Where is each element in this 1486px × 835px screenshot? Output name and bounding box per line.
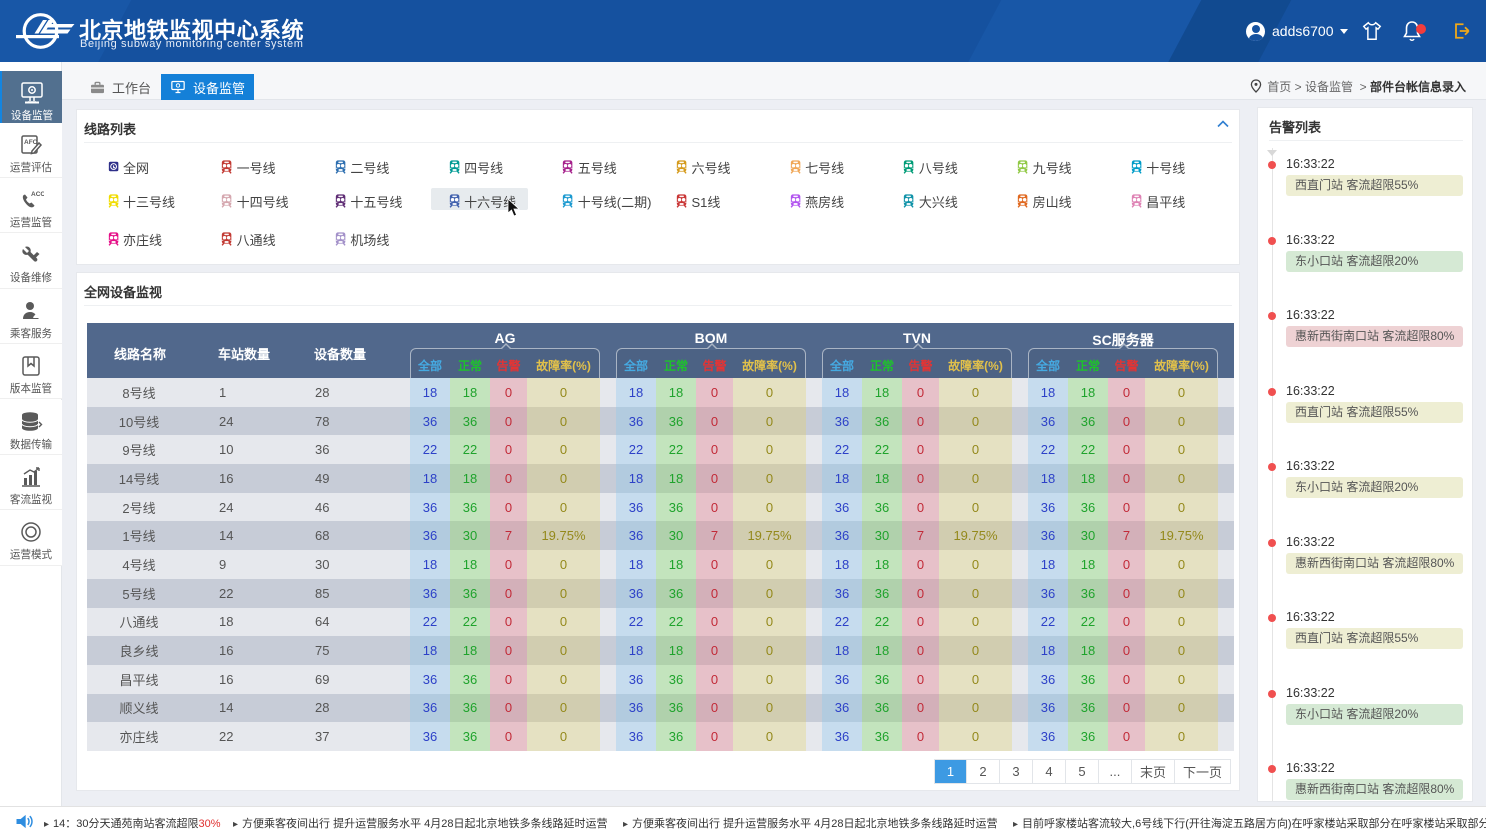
- svg-text:ACC: ACC: [31, 191, 44, 198]
- svg-text:AFC: AFC: [24, 139, 38, 146]
